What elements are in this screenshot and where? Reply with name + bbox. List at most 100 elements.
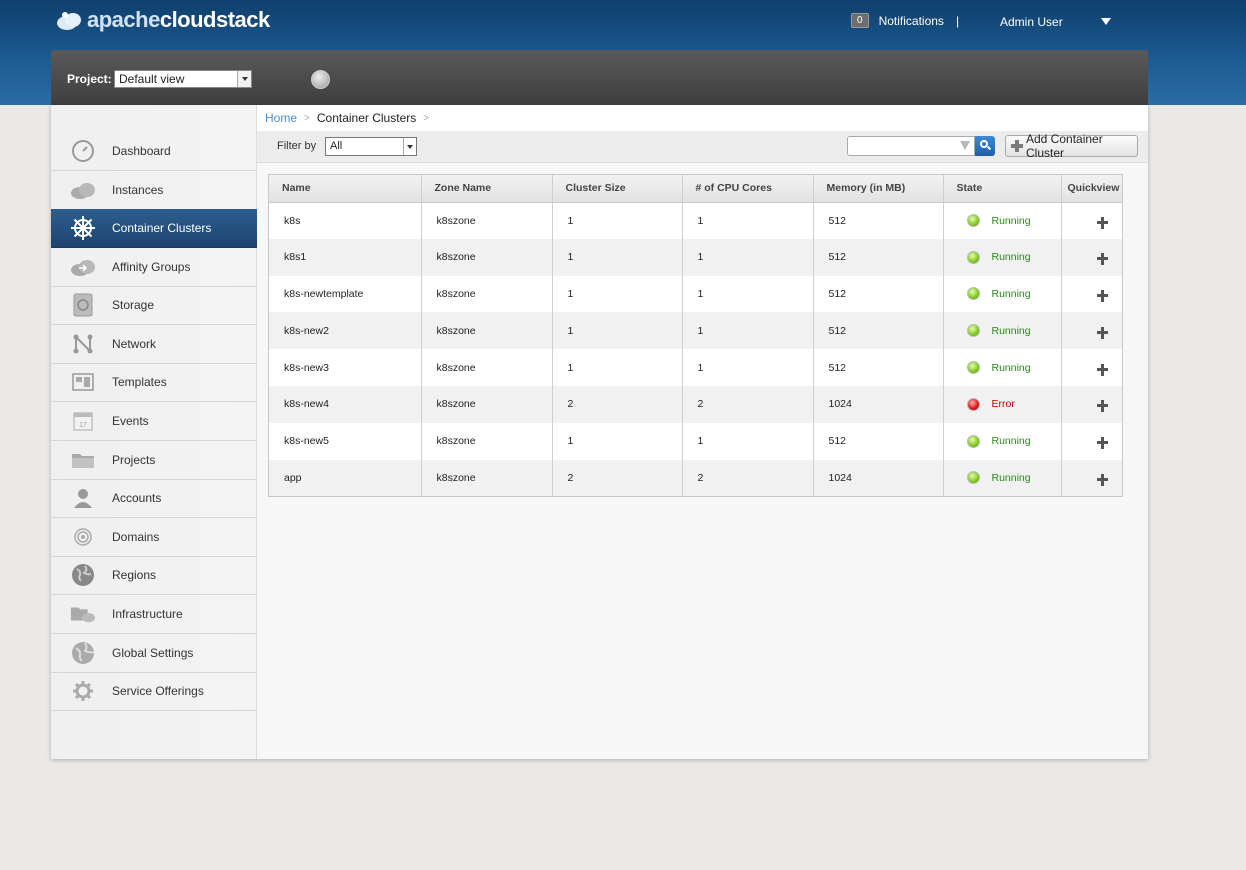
infrastructure-icon	[70, 601, 96, 627]
cell-state: Running	[943, 238, 1062, 276]
quickview-plus-icon[interactable]	[1096, 216, 1109, 229]
sidebar-item-label: Events	[112, 414, 149, 428]
filter-select[interactable]: All	[325, 137, 417, 156]
cell-name[interactable]: k8s-newtemplate	[269, 275, 422, 313]
column-header-cluster-size[interactable]: Cluster Size	[552, 175, 683, 203]
templates-icon	[70, 369, 96, 395]
cloud-logo-icon	[55, 8, 83, 32]
cell-name[interactable]: app	[269, 459, 422, 497]
quickview-plus-icon[interactable]	[1096, 363, 1109, 376]
sidebar-item-domains[interactable]: Domains	[51, 518, 257, 557]
quickview-plus-icon[interactable]	[1096, 289, 1109, 302]
user-menu-label[interactable]: Admin User	[1000, 15, 1063, 29]
column-header-state[interactable]: State	[943, 175, 1062, 203]
sidebar-item-events[interactable]: 17 Events	[51, 402, 257, 441]
sidebar-item-global-settings[interactable]: Global Settings	[51, 634, 257, 673]
sidebar-item-label: Accounts	[112, 491, 162, 505]
quickview-plus-icon[interactable]	[1096, 400, 1109, 413]
search-input[interactable]	[847, 136, 975, 156]
search-icon-handle	[986, 145, 992, 151]
sidebar-item-infrastructure[interactable]: Infrastructure	[51, 595, 257, 634]
table-row[interactable]: k8s-new3 k8szone 1 1 512 Running	[269, 349, 1122, 386]
dropdown-arrow-icon[interactable]	[403, 138, 416, 155]
column-header-quickview: Quickview	[1061, 175, 1122, 203]
cell-name[interactable]: k8s-new2	[269, 312, 422, 350]
cell-quickview	[1061, 422, 1122, 460]
svg-text:17: 17	[79, 422, 87, 429]
column-header-memory[interactable]: Memory (in MB)	[813, 175, 944, 203]
cell-memory: 512	[813, 275, 944, 313]
cell-size: 1	[552, 422, 683, 460]
cell-size: 1	[552, 312, 683, 350]
cell-name[interactable]: k8s	[269, 202, 422, 239]
table-row[interactable]: k8s k8szone 1 1 512 Running	[269, 202, 1122, 239]
sidebar-item-label: Storage	[112, 298, 155, 312]
cell-cpu: 1	[682, 202, 814, 239]
cell-cpu: 1	[682, 422, 814, 460]
sidebar-item-label: Instances	[112, 183, 164, 197]
notifications-label[interactable]: Notifications	[879, 14, 944, 28]
quickview-plus-icon[interactable]	[1096, 473, 1109, 486]
add-container-cluster-button[interactable]: Add Container Cluster	[1005, 132, 1138, 160]
sidebar-item-network[interactable]: Network	[51, 325, 257, 364]
table-row[interactable]: k8s1 k8szone 1 1 512 Running	[269, 238, 1122, 276]
logo-text-apache: apache	[87, 7, 160, 32]
cell-name[interactable]: k8s1	[269, 238, 422, 276]
apache-cloudstack-logo[interactable]: apachecloudstack	[55, 4, 270, 36]
cell-quickview	[1061, 275, 1122, 313]
sidebar-item-dashboard[interactable]: Dashboard	[51, 132, 257, 171]
breadcrumb: Home > Container Clusters >	[257, 105, 1148, 131]
sidebar-item-service-offerings[interactable]: Service Offerings	[51, 672, 257, 711]
sidebar-item-affinity-groups[interactable]: Affinity Groups	[51, 248, 257, 287]
table-row[interactable]: k8s-new2 k8szone 1 1 512 Running	[269, 312, 1122, 350]
table-row[interactable]: k8s-new4 k8szone 2 2 1024 Error	[269, 385, 1122, 423]
sidebar-item-label: Projects	[112, 453, 156, 467]
quickview-plus-icon[interactable]	[1096, 326, 1109, 339]
sidebar-item-regions[interactable]: Regions	[51, 556, 257, 595]
cell-state: Running	[943, 275, 1062, 313]
cell-memory: 512	[813, 312, 944, 350]
notifications[interactable]: 0 Notifications	[851, 13, 944, 28]
table-row[interactable]: app k8szone 2 2 1024 Running	[269, 459, 1122, 497]
filter-funnel-icon[interactable]	[960, 141, 970, 150]
cell-state: Running	[943, 312, 1062, 350]
header-separator: |	[956, 14, 960, 28]
globe-icon[interactable]	[311, 70, 330, 89]
cell-size: 2	[552, 459, 683, 497]
domains-target-icon	[70, 524, 96, 550]
table-row[interactable]: k8s-new5 k8szone 1 1 512 Running	[269, 422, 1122, 460]
sidebar-item-templates[interactable]: Templates	[51, 363, 257, 402]
cell-name[interactable]: k8s-new4	[269, 385, 422, 423]
dropdown-arrow-icon[interactable]	[237, 71, 251, 87]
project-select-value: Default view	[119, 72, 185, 86]
state-text: Running	[991, 361, 1031, 374]
sidebar-item-instances[interactable]: Instances	[51, 171, 257, 210]
column-header-cpu-cores[interactable]: # of CPU Cores	[682, 175, 814, 203]
cell-memory: 1024	[813, 385, 944, 423]
sidebar-item-projects[interactable]: Projects	[51, 441, 257, 480]
quickview-plus-icon[interactable]	[1096, 253, 1109, 266]
notifications-count-badge: 0	[851, 13, 869, 28]
breadcrumb-home-link[interactable]: Home	[265, 111, 297, 125]
sidebar-item-accounts[interactable]: Accounts	[51, 479, 257, 518]
sidebar-item-storage[interactable]: Storage	[51, 286, 257, 325]
sidebar-item-label: Global Settings	[112, 646, 194, 660]
search-button[interactable]	[975, 136, 995, 156]
breadcrumb-current[interactable]: Container Clusters	[317, 111, 416, 125]
quickview-plus-icon[interactable]	[1096, 437, 1109, 450]
chevron-down-icon[interactable]	[1101, 18, 1111, 25]
cell-name[interactable]: k8s-new3	[269, 349, 422, 386]
cell-quickview	[1061, 312, 1122, 350]
column-header-zone-name[interactable]: Zone Name	[421, 175, 553, 203]
sidebar-item-label: Container Clusters	[112, 221, 212, 235]
cell-size: 1	[552, 275, 683, 313]
state-text: Running	[991, 471, 1031, 484]
state-text: Running	[991, 435, 1031, 448]
sidebar-item-container-clusters[interactable]: Container Clusters	[51, 209, 257, 248]
table-row[interactable]: k8s-newtemplate k8szone 1 1 512 Running	[269, 275, 1122, 313]
cell-name[interactable]: k8s-new5	[269, 422, 422, 460]
project-select[interactable]: Default view	[114, 70, 252, 88]
cell-zone: k8szone	[421, 385, 553, 423]
column-header-name[interactable]: Name	[269, 175, 422, 203]
sidebar: Dashboard Instances Container Clusters A…	[51, 105, 257, 759]
